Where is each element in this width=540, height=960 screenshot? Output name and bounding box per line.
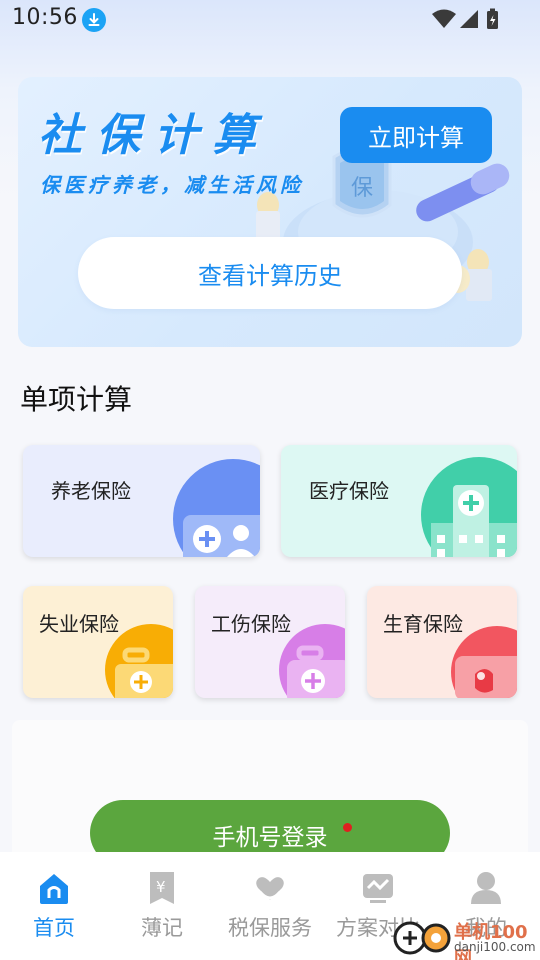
- watermark: 单机100网 danji100.com: [392, 914, 540, 960]
- ledger-icon: ¥: [150, 872, 174, 904]
- card-label: 养老保险: [51, 479, 131, 503]
- calculate-now-button[interactable]: 立即计算: [340, 107, 492, 163]
- svg-text:¥: ¥: [156, 878, 166, 896]
- status-time: 10:56: [12, 5, 78, 30]
- card-label: 医疗保险: [309, 479, 389, 503]
- banner-title: 社保计算: [38, 110, 270, 161]
- banner-shield-glyph: 保: [351, 176, 373, 201]
- status-bar: 10:56: [0, 0, 540, 38]
- tab-label: 税保服务: [228, 916, 312, 940]
- tab-home[interactable]: 首页: [0, 852, 108, 960]
- id-card-icon: [173, 459, 260, 557]
- tab-label: 薄记: [141, 916, 183, 940]
- wifi-icon: [432, 9, 456, 28]
- card-unemployment-insurance[interactable]: 失业保险: [23, 586, 173, 698]
- banner-subtitle: 保医疗养老，减生活风险: [40, 173, 304, 197]
- card-pension-insurance[interactable]: 养老保险: [23, 445, 260, 557]
- briefcase-icon: [105, 624, 173, 698]
- profile-icon: [471, 872, 501, 904]
- notification-dot: [343, 823, 352, 832]
- first-aid-kit-icon: [279, 624, 345, 698]
- card-medical-insurance[interactable]: 医疗保险: [281, 445, 517, 557]
- compare-icon: [363, 874, 393, 903]
- view-history-button[interactable]: 查看计算历史: [78, 237, 462, 309]
- hospital-icon: [421, 457, 517, 557]
- tab-label: 首页: [33, 916, 75, 940]
- tab-tax-service[interactable]: 税保服务: [216, 852, 324, 960]
- service-icon: [256, 877, 284, 900]
- status-icons: [432, 8, 502, 30]
- download-icon: [82, 8, 106, 32]
- card-injury-insurance[interactable]: 工伤保险: [195, 586, 345, 698]
- baby-bottle-icon: [451, 626, 517, 698]
- watermark-url: danji100.com: [454, 940, 536, 954]
- signal-icon: [460, 10, 478, 28]
- banner: 保 社保计算 保医疗养老，减生活风险 立即计算 查看计算历史: [18, 77, 522, 347]
- battery-charging-icon: [487, 8, 498, 29]
- watermark-logo-icon: [393, 921, 451, 955]
- tab-ledger[interactable]: ¥ 薄记: [108, 852, 216, 960]
- card-maternity-insurance[interactable]: 生育保险: [367, 586, 517, 698]
- section-title: 单项计算: [20, 383, 133, 416]
- home-icon: [40, 874, 68, 904]
